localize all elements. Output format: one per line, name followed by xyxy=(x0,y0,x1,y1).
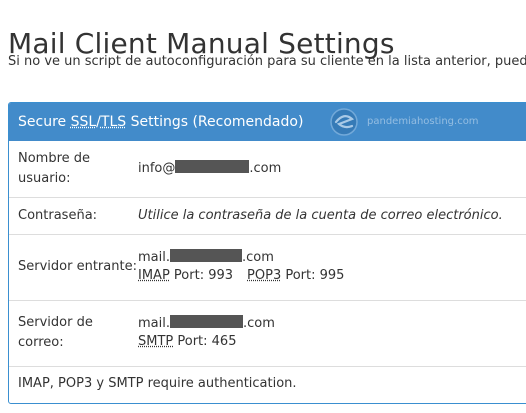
incoming-ports: IMAP Port: 993 POP3 Port: 995 xyxy=(138,267,526,285)
panel-header: Secure SSL/TLS Settings (Recomendado) pa… xyxy=(9,103,526,141)
password-label: Contraseña: xyxy=(9,196,138,234)
table-row-outgoing-server: Servidor de correo: mail. .com SMTP Port:… xyxy=(9,299,526,366)
table-row-password: Contraseña: Utilice la contraseña de la … xyxy=(9,196,526,234)
incoming-host-suffix: .com xyxy=(242,250,274,265)
outgoing-host-suffix: .com xyxy=(243,316,275,332)
watermark-logo-icon xyxy=(330,108,358,136)
username-label: Nombre de usuario: xyxy=(18,150,91,186)
pop3-abbr: POP3 xyxy=(247,268,282,283)
ssl-abbr: SSL xyxy=(70,114,97,130)
outgoing-host: mail. .com xyxy=(138,315,526,333)
username-prefix: info@ xyxy=(138,160,176,176)
incoming-host-prefix: mail. xyxy=(138,250,170,265)
tls-abbr: TLS xyxy=(100,114,127,130)
pop3-port: Port: 995 xyxy=(281,268,345,283)
imap-port: Port: 993 xyxy=(169,268,234,283)
smtp-abbr: SMTP xyxy=(138,334,174,350)
imap-abbr: IMAP xyxy=(138,268,170,283)
page-subtitle: Si no ve un script de autoconfiguración … xyxy=(8,54,526,69)
outgoing-ports: SMTP Port: 465 xyxy=(138,333,526,351)
incoming-server-value: mail. .com IMAP Port: 993 POP3 Port: 995 xyxy=(138,233,526,300)
outgoing-host-prefix: mail. xyxy=(138,316,170,332)
password-value: Utilice la contraseña de la cuenta de co… xyxy=(138,196,526,234)
incoming-host: mail. .com xyxy=(138,249,526,267)
table-row-username: Nombre de usuario: info@ .com xyxy=(9,141,526,197)
watermark-text: pandemiahosting.com xyxy=(367,116,479,127)
panel-header-suffix: Settings (Recomendado) xyxy=(126,114,304,130)
redacted-block xyxy=(170,315,243,329)
authentication-note: IMAP, POP3 y SMTP require authentication… xyxy=(9,366,526,401)
outgoing-server-label: Servidor de correo: xyxy=(9,299,138,366)
incoming-server-label: Servidor entrante: xyxy=(9,233,138,300)
outgoing-server-value: mail. .com SMTP Port: 465 xyxy=(138,299,526,366)
settings-table: Nombre de usuario: info@ .com Contraseña:… xyxy=(9,141,526,366)
table-row-incoming-server: Servidor entrante: mail. .com IMAP Port: … xyxy=(9,233,526,300)
watermark: pandemiahosting.com xyxy=(327,107,479,137)
username-value: info@ .com xyxy=(138,141,526,197)
panel-header-prefix: Secure xyxy=(18,114,71,130)
username-suffix: .com xyxy=(249,160,282,176)
secure-settings-panel: Secure SSL/TLS Settings (Recomendado) pa… xyxy=(8,102,526,404)
redacted-block xyxy=(170,249,242,262)
redacted-block xyxy=(175,159,250,173)
smtp-port: Port: 465 xyxy=(173,334,237,350)
